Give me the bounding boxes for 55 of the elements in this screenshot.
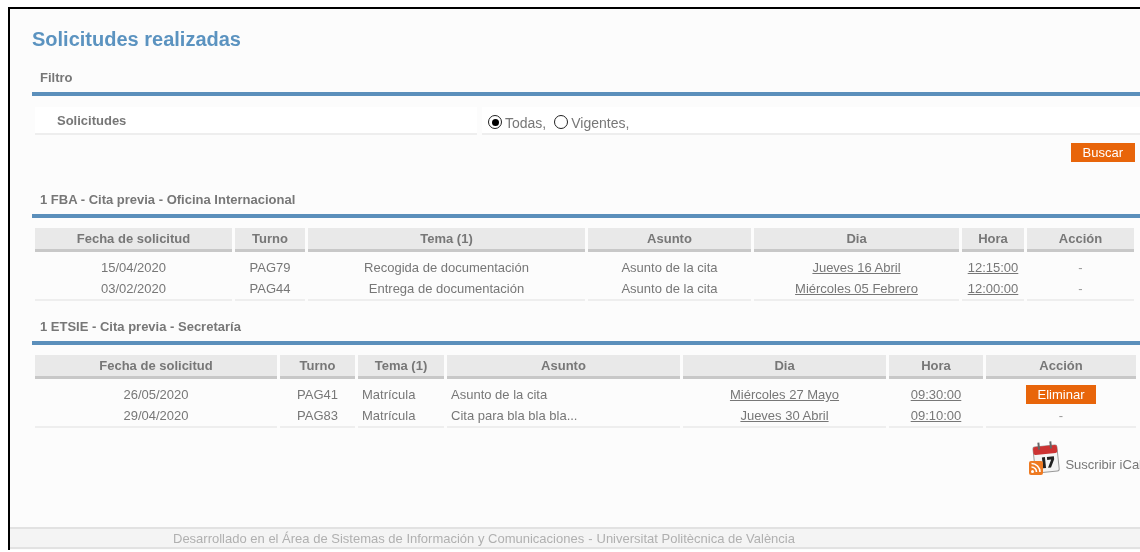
table-cell: - [1078,260,1083,275]
time-link[interactable]: 12:00:00 [967,281,1019,296]
table-cell: Matrícula [362,387,416,402]
date-link[interactable]: Jueves 30 Abril [740,408,829,423]
column-header: Asunto [588,228,751,252]
column-header: Dia [754,228,959,252]
date-link[interactable]: Miércoles 05 Febrero [795,281,918,296]
section-heading: 1 FBA - Cita previa - Oficina Internacional [39,192,296,208]
search-button[interactable]: Buscar [1070,143,1135,162]
table-cell: Matrícula [362,408,416,423]
column-header: Tema (1) [358,355,444,379]
table-cell: PAG44 [249,281,291,296]
date-link[interactable]: Jueves 16 Abril [812,260,901,275]
calendar-rss-icon[interactable] [1028,440,1061,476]
column-header: Acción [1027,228,1134,252]
radio-label[interactable]: Vigentes, [571,115,630,131]
column-header: Fecha de solicitud [35,228,232,252]
delete-button[interactable]: Eliminar [1025,385,1097,404]
table-cell: - [1058,408,1064,423]
column-header: Turno [280,355,355,379]
radio-label[interactable]: Todas, [505,115,547,131]
column-header: Hora [889,355,983,379]
column-header: Turno [235,228,305,252]
table-cell: Recogida de documentación [364,260,529,275]
table-cell: Asunto de la cita [621,281,718,296]
time-link[interactable]: 12:15:00 [967,260,1019,275]
section-heading: Filtro [39,70,73,86]
table-cell: Asunto de la cita [451,387,548,402]
time-link[interactable]: 09:30:00 [910,387,962,402]
radio-button[interactable] [488,115,502,129]
column-header: Fecha de solicitud [35,355,277,379]
table-cell: Entrega de documentación [368,281,525,296]
column-header: Asunto [447,355,680,379]
table-cell: 29/04/2020 [123,408,189,423]
table-cell: 26/05/2020 [123,387,189,402]
footer-separator: - [588,530,593,546]
time-link[interactable]: 09:10:00 [910,408,962,423]
column-header: Hora [962,228,1024,252]
page-title: Solicitudes realizadas [32,27,241,52]
table-cell: 03/02/2020 [100,281,167,296]
filter-label: Solicitudes [57,112,127,128]
column-header: Acción [986,355,1136,379]
date-link[interactable]: Miércoles 27 Mayo [729,387,840,402]
footer-text: Desarrollado en el Área de Sistemas de Información y Comunicaciones [173,530,585,546]
radio-button[interactable] [554,115,569,129]
table-cell: PAG41 [297,387,338,402]
table-cell: Asunto de la cita [621,260,718,275]
section-heading: 1 ETSIE - Cita previa - Secretaría [39,319,241,335]
table-cell: Cita para bla bla bla... [451,408,578,423]
column-header: Tema (1) [308,228,585,252]
table-cell: PAG83 [297,408,338,423]
table-cell: 15/04/2020 [100,260,167,275]
column-header: Dia [683,355,886,379]
table-cell: PAG79 [249,260,291,275]
table-cell: - [1078,281,1083,296]
